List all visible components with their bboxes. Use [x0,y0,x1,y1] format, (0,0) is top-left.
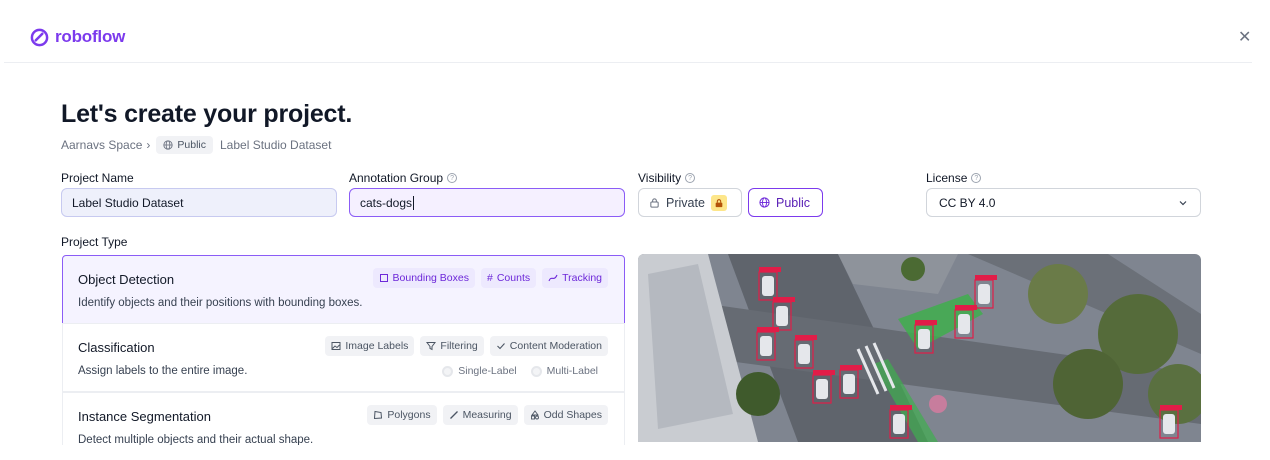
help-icon[interactable]: ? [447,173,458,183]
radio-label: Multi-Label [546,365,598,377]
chevron-down-icon [1179,200,1187,205]
feature-tag-label: Counts [496,272,531,284]
project-type-instance-segmentation[interactable]: Instance Segmentation Polygons Measuring… [62,392,625,445]
multi-label-radio[interactable]: Multi-Label [530,365,598,377]
tracking-icon [548,274,558,282]
feature-tag-label: Measuring [462,409,512,421]
project-type-description: Assign labels to the entire image. [78,365,248,377]
text-caret [413,195,415,210]
project-type-title: Instance Segmentation [78,409,211,424]
roboflow-logo-icon [30,28,49,46]
project-type-title: Object Detection [78,272,175,287]
project-name-input[interactable]: Label Studio Dataset [61,188,337,217]
annotation-group-label-text: Annotation Group [349,171,444,185]
help-icon[interactable]: ? [685,173,696,183]
feature-tags: Image Labels Filtering Content Moderatio… [325,336,608,356]
lock-outline-icon [650,198,659,208]
visibility-public-button[interactable]: Public [748,188,823,217]
visibility-label: Visibility ? [638,171,696,185]
annotation-group-input[interactable]: cats-dogs [349,188,625,217]
image-icon [331,342,341,350]
feature-tag-label: Filtering [440,340,478,352]
check-icon [496,343,505,350]
feature-tags: Polygons Measuring Odd Shapes [367,405,608,425]
radio-dot [530,365,542,377]
feature-tag-label: Image Labels [345,340,409,352]
radio-dot [442,365,454,377]
license-value: CC BY 4.0 [939,195,996,210]
feature-tag-label: Tracking [562,272,602,284]
project-name-value: Label Studio Dataset [72,195,184,210]
chevron-right-icon: › [146,138,151,152]
breadcrumb-workspace[interactable]: Aarnavs Space [61,138,142,152]
visibility-badge: Public [156,136,213,154]
feature-tag: Bounding Boxes [372,268,475,288]
breadcrumb-project: Label Studio Dataset [220,138,332,152]
globe-icon [163,140,174,150]
feature-tag: Image Labels [325,336,415,356]
feature-tag-label: Content Moderation [509,340,602,352]
annotation-group-value: cats-dogs [360,195,413,210]
visibility-private-button[interactable]: Private [638,188,742,217]
visibility-label-text: Visibility [638,171,682,185]
license-label: License ? [926,171,982,185]
project-type-preview-image [638,254,1201,442]
license-label-text: License [926,171,968,185]
visibility-badge-label: Public [177,139,206,151]
feature-tag: Content Moderation [489,336,608,356]
single-label-radio[interactable]: Single-Label [442,365,517,377]
project-type-label: Project Type [61,235,128,249]
bounding-box-icon [379,274,388,282]
shapes-icon [530,410,539,420]
license-select[interactable]: CC BY 4.0 [926,188,1201,217]
annotation-group-label: Annotation Group ? [349,171,458,185]
aerial-intersection-illustration [638,254,1201,442]
visibility-private-label: Private [666,195,705,210]
hash-icon: # [487,272,493,284]
project-name-label-text: Project Name [61,171,134,185]
project-type-description: Detect multiple objects and their actual… [78,434,314,445]
globe-icon [759,197,770,208]
help-icon[interactable]: ? [971,173,982,183]
classification-sub-options: Single-Label Multi-Label [442,365,598,377]
project-type-title: Classification [78,340,155,355]
project-type-description: Identify objects and their positions wit… [78,297,363,309]
project-name-label: Project Name [61,171,134,185]
feature-tag-label: Odd Shapes [543,409,602,421]
page-title: Let's create your project. [61,100,353,128]
feature-tag: Measuring [442,405,518,425]
radio-label: Single-Label [458,365,517,377]
visibility-public-label: Public [776,195,811,210]
breadcrumb: Aarnavs Space › Public Label Studio Data… [61,136,331,154]
logo-wordmark: roboflow [55,27,126,46]
feature-tag-label: Bounding Boxes [392,272,469,284]
project-type-list: Object Detection Bounding Boxes # Counts… [62,255,625,445]
feature-tag: Filtering [420,336,484,356]
feature-tags: Bounding Boxes # Counts Tracking [372,268,608,288]
roboflow-logo[interactable]: roboflow [30,27,125,47]
filter-icon [426,342,437,351]
feature-tag: Tracking [542,268,608,288]
close-icon[interactable]: ✕ [1238,30,1251,46]
ruler-icon [449,411,458,419]
feature-tag: # Counts [481,268,537,288]
feature-tag-label: Polygons [387,409,431,421]
feature-tag: Odd Shapes [523,405,608,425]
polygon-icon [374,410,383,420]
lock-icon [710,194,727,211]
top-bar: roboflow ✕ [4,0,1252,63]
feature-tag: Polygons [367,405,437,425]
project-type-classification[interactable]: Classification Image Labels Filtering Co… [62,323,625,392]
project-type-object-detection[interactable]: Object Detection Bounding Boxes # Counts… [62,255,625,324]
